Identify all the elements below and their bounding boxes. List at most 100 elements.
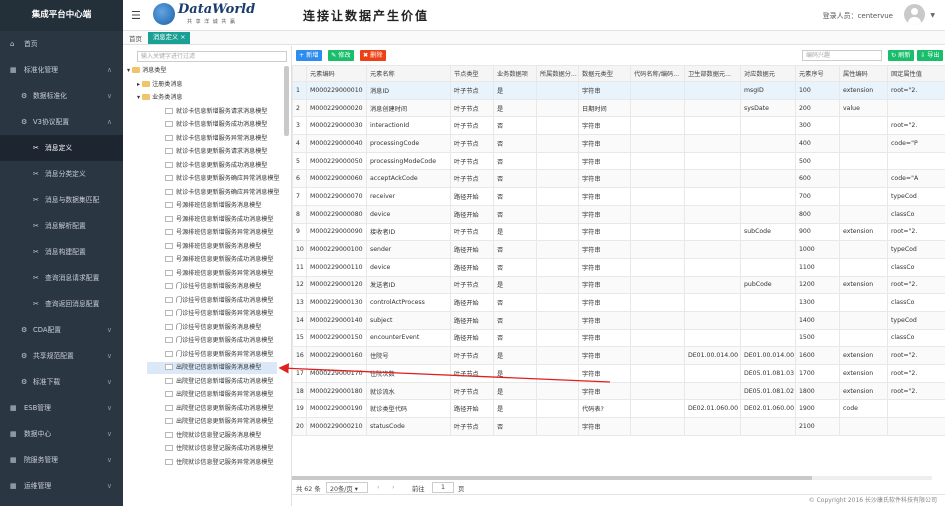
tree-node[interactable]: 住院就诊信息登记服务消息模型 [147, 430, 277, 442]
column-header[interactable]: 元素序号 [796, 66, 840, 82]
tree-node[interactable]: 门诊挂号信息新增服务成功消息模型 [147, 295, 277, 307]
tree-node[interactable]: 号源排班信息更新服务异常消息模型 [147, 268, 277, 280]
sidebar-item[interactable]: ▦其它管理∨ [0, 499, 123, 506]
column-header[interactable]: 卫生部数据元... [685, 66, 741, 82]
sidebar-item[interactable]: ▦数据中心∨ [0, 421, 123, 447]
column-header[interactable] [293, 66, 307, 82]
avatar[interactable] [904, 4, 925, 25]
export-button[interactable]: ⇩ 导出 [917, 50, 943, 61]
tree-node[interactable]: 出院登记信息更新服务成功消息模型 [147, 403, 277, 415]
table-row[interactable]: 13M000229000130controlActProcess路径开始否字符串… [293, 294, 945, 312]
table-row[interactable]: 10M000229000100sender路径开始否字符串1000typeCod [293, 241, 945, 259]
tree-node[interactable]: ▾业务类消息 [137, 92, 277, 104]
sidebar-item[interactable]: ✂消息解析配置 [0, 213, 123, 239]
tree-node[interactable]: 号源排班信息新增服务成功消息模型 [147, 214, 277, 226]
column-header[interactable]: 数据元类型 [579, 66, 631, 82]
toggle-icon[interactable]: ▸ [137, 81, 140, 88]
sidebar-item[interactable]: ⚙标准下载∨ [0, 369, 123, 395]
sidebar-item[interactable]: ▦院服务管理∨ [0, 447, 123, 473]
table-row[interactable]: 2M000229000020消息创建时间叶子节点是日期时间sysDate200v… [293, 99, 945, 117]
sidebar-item[interactable]: ▦标准化管理∧ [0, 57, 123, 83]
tree-node[interactable]: 出院登记信息更新服务异常消息模型 [147, 416, 277, 428]
sidebar-item[interactable]: ⌂首页 [0, 31, 123, 57]
table-row[interactable]: 11M000229000110device路径开始否字符串1100classCo [293, 258, 945, 276]
sidebar-item[interactable]: ⚙数据标准化∨ [0, 83, 123, 109]
tree-search-input[interactable]: 输入关键字进行过滤 [137, 51, 287, 62]
page-input[interactable]: 1 [432, 482, 454, 493]
tree-node[interactable]: 门诊挂号信息更新服务消息模型 [147, 322, 277, 334]
sidebar-item[interactable]: ▦ESB管理∨ [0, 395, 123, 421]
tree-node[interactable]: 就诊卡信息更新服务成功消息模型 [147, 160, 277, 172]
table-row[interactable]: 20M000229000210statusCode叶子节点否字符串2100 [293, 418, 945, 436]
tree-node[interactable]: 就诊卡信息更新服务确应异常消息模型 [147, 187, 277, 199]
table-row[interactable]: 7M000229000070receiver路径开始否字符串700typeCod [293, 188, 945, 206]
table-row[interactable]: 18M000229000180就诊流水叶子节点是字符串DE05.01.081.0… [293, 382, 945, 400]
grid-search-input[interactable]: 编码兴趣 [802, 50, 882, 61]
tree-node[interactable]: 出院登记信息新增服务成功消息模型 [147, 376, 277, 388]
tree-scrollbar[interactable] [284, 66, 289, 136]
tree-node[interactable]: 门诊挂号信息更新服务成功消息模型 [147, 335, 277, 347]
tab-message-definition[interactable]: 消息定义 × [148, 32, 190, 44]
tree-node[interactable]: 门诊挂号信息新增服务异常消息模型 [147, 308, 277, 320]
caret-down-icon[interactable]: ▼ [930, 12, 935, 19]
table-row[interactable]: 12M000229000120发送者ID叶子节点是字符串pubCode1200e… [293, 276, 945, 294]
column-header[interactable]: 节点类型 [451, 66, 494, 82]
table-row[interactable]: 16M000229000160住院号叶子节点是字符串DE01.00.014.00… [293, 347, 945, 365]
table-row[interactable]: 17M000229000170住院次数叶子节点是字符串DE05.01.081.0… [293, 365, 945, 383]
tree-node[interactable]: 号源排班信息新增服务消息模型 [147, 200, 277, 212]
tree-node[interactable]: 号源排班信息新增服务异常消息模型 [147, 227, 277, 239]
column-header[interactable]: 对应数据元 [741, 66, 796, 82]
page-size-select[interactable]: 20条/页 ▾ [326, 482, 368, 493]
sidebar-item[interactable]: ✂查询消息请求配置 [0, 265, 123, 291]
delete-button[interactable]: ✖ 删除 [360, 50, 386, 61]
column-header[interactable]: 属性编码 [840, 66, 888, 82]
add-button[interactable]: + 新增 [296, 50, 322, 61]
refresh-button[interactable]: ↻ 刷新 [888, 50, 914, 61]
tree-node[interactable]: ▾消息类型 [127, 65, 277, 77]
edit-button[interactable]: ✎ 修改 [328, 50, 354, 61]
horizontal-scrollbar[interactable] [292, 476, 932, 480]
tree-node[interactable]: 出院登记信息新增服务消息模型 [147, 362, 277, 374]
table-row[interactable]: 1M000229000010消息ID叶子节点是字符串msgID100extens… [293, 82, 945, 100]
table-row[interactable]: 14M000229000140subject路径开始否字符串1400typeCo… [293, 311, 945, 329]
tree-node[interactable]: 就诊卡信息更新服务请求消息模型 [147, 146, 277, 158]
tree-node[interactable]: 住院就诊信息登记服务异常消息模型 [147, 457, 277, 469]
tab-home[interactable]: 首页 [129, 33, 142, 43]
menu-toggle-icon[interactable]: ☰ [131, 9, 141, 22]
tree-node[interactable]: 号源排班信息更新服务成功消息模型 [147, 254, 277, 266]
sidebar-item[interactable]: ✂消息构建配置 [0, 239, 123, 265]
toggle-icon[interactable]: ▾ [127, 67, 130, 74]
sidebar-item[interactable]: ⚙CDA配置∨ [0, 317, 123, 343]
toggle-icon[interactable]: ▾ [137, 94, 140, 101]
table-row[interactable]: 5M000229000050processingModeCode叶子节点否字符串… [293, 152, 945, 170]
table-row[interactable]: 9M000229000090接收者ID叶子节点是字符串subCode900ext… [293, 223, 945, 241]
tree-node[interactable]: 门诊挂号信息更新服务异常消息模型 [147, 349, 277, 361]
next-page-icon[interactable]: › [392, 484, 395, 491]
sidebar-item[interactable]: ✂消息定义 [0, 135, 123, 161]
sidebar-item[interactable]: ▦运维管理∨ [0, 473, 123, 499]
table-row[interactable]: 6M000229000060acceptAckCode叶子节点否字符串600co… [293, 170, 945, 188]
tree-node[interactable]: 就诊卡信息新增服务请求消息模型 [147, 106, 277, 118]
tree-node[interactable]: 住院就诊信息登记服务成功消息模型 [147, 443, 277, 455]
table-row[interactable]: 3M000229000030interactionId叶子节点否字符串300ro… [293, 117, 945, 135]
tree-node[interactable]: 就诊卡信息新增服务成功消息模型 [147, 119, 277, 131]
column-header[interactable]: 业务数据项 [494, 66, 537, 82]
tree-node[interactable]: 号源排班信息更新服务消息模型 [147, 241, 277, 253]
table-row[interactable]: 8M000229000080device路径开始否字符串800classCo [293, 205, 945, 223]
column-header[interactable]: 所属数据分... [537, 66, 579, 82]
table-row[interactable]: 19M000229000190就诊类型代码路径开始是代码表?DE02.01.06… [293, 400, 945, 418]
column-header[interactable]: 代码名称/编码... [631, 66, 685, 82]
column-header[interactable]: 元素名称 [367, 66, 451, 82]
tree-node[interactable]: 出院登记信息新增服务异常消息模型 [147, 389, 277, 401]
sidebar-item[interactable]: ✂消息与数据集匹配 [0, 187, 123, 213]
table-row[interactable]: 15M000229000150encounterEvent路径开始否字符串150… [293, 329, 945, 347]
horizontal-scroll-thumb[interactable] [292, 476, 812, 480]
sidebar-item[interactable]: ⚙V3协议配置∧ [0, 109, 123, 135]
tree-node[interactable]: 就诊卡信息新增服务异常消息模型 [147, 133, 277, 145]
sidebar-item[interactable]: ✂消息分类定义 [0, 161, 123, 187]
tree-node[interactable]: 门诊挂号信息新增服务消息模型 [147, 281, 277, 293]
sidebar-item[interactable]: ⚙共享规范配置∨ [0, 343, 123, 369]
column-header[interactable]: 元素编码 [307, 66, 367, 82]
sidebar-item[interactable]: ✂查询返回消息配置 [0, 291, 123, 317]
table-row[interactable]: 4M000229000040processingCode叶子节点否字符串400c… [293, 135, 945, 153]
